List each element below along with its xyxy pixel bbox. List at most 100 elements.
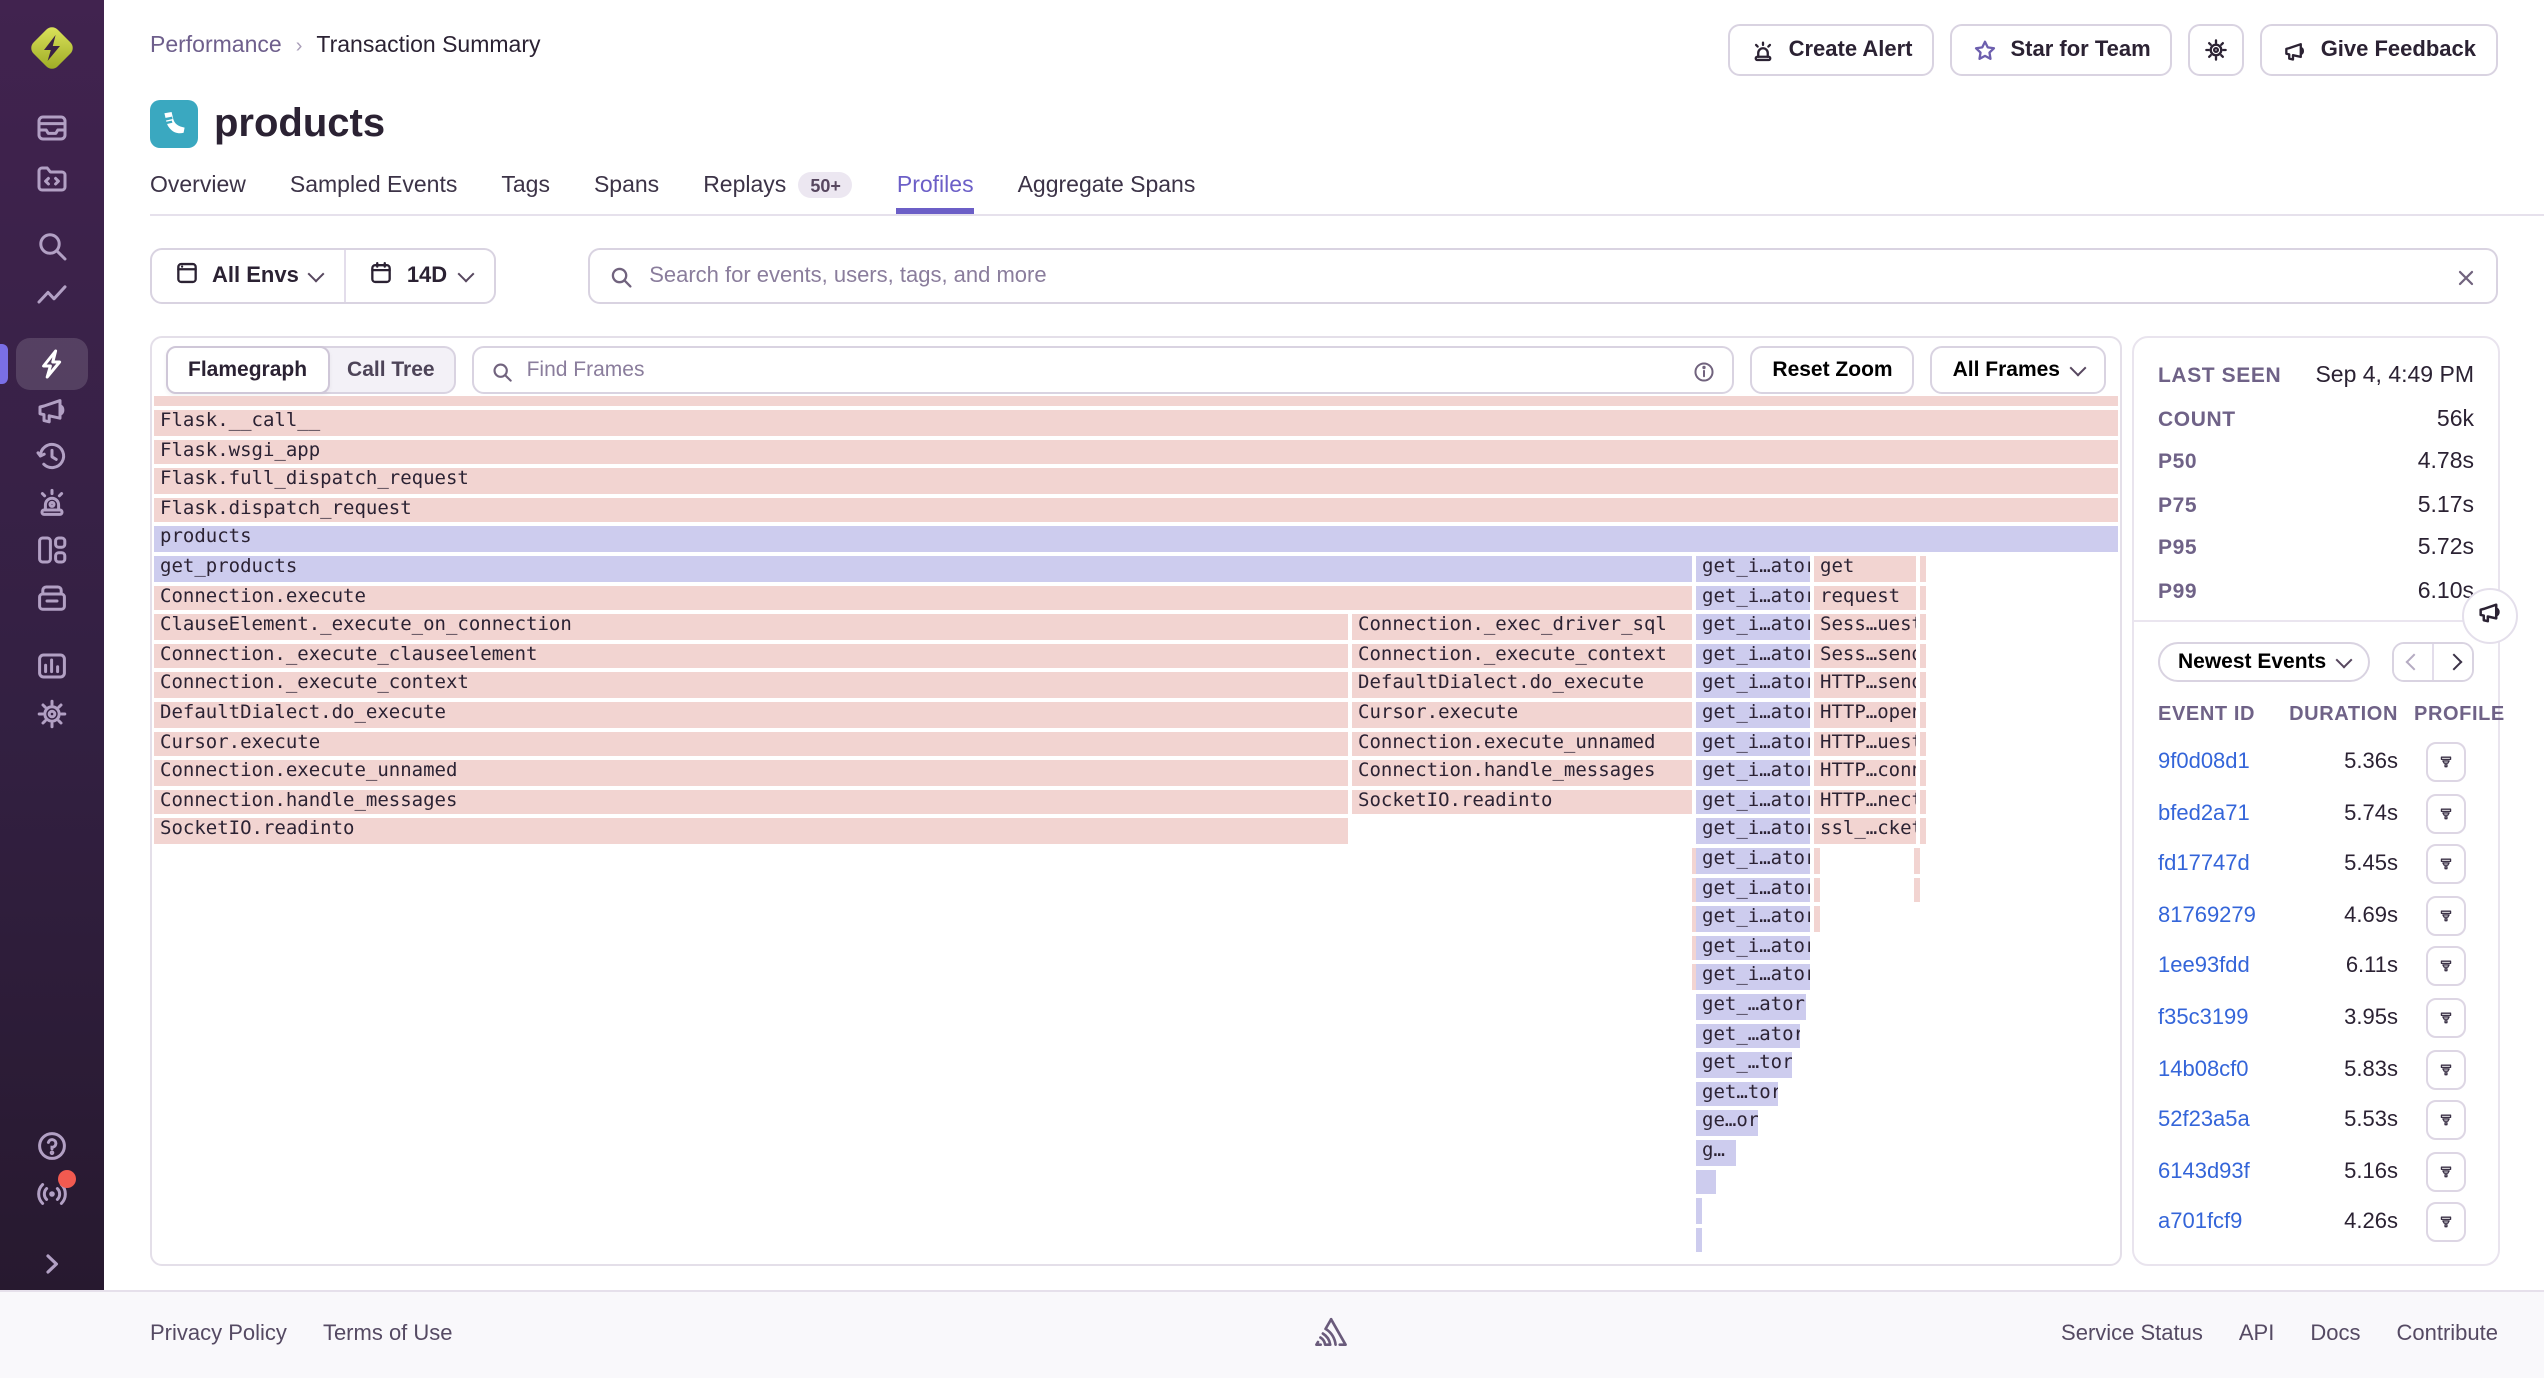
- flamegraph-frame[interactable]: ge…or: [1696, 1111, 1758, 1136]
- flamegraph-frame[interactable]: Connection.execute_unnamed: [154, 760, 1348, 785]
- clear-search-icon[interactable]: [2454, 264, 2478, 300]
- flamegraph-frame[interactable]: [1920, 644, 1926, 669]
- settings-gear-icon[interactable]: [34, 696, 70, 732]
- flamegraph-frame[interactable]: Sess…uest: [1814, 614, 1916, 639]
- footer-link-contribute[interactable]: Contribute: [2396, 1322, 2498, 1346]
- flamegraph-frame[interactable]: [1814, 877, 1820, 902]
- flamegraph-frame[interactable]: get_i…ator: [1696, 673, 1810, 698]
- flamegraph-frame[interactable]: get_i…ator: [1696, 819, 1810, 844]
- tab-replays[interactable]: Replays50+: [703, 168, 853, 214]
- reset-zoom-button[interactable]: Reset Zoom: [1750, 346, 1914, 394]
- flamegraph-frame[interactable]: HTTP…nect: [1814, 790, 1916, 815]
- give-feedback-button[interactable]: Give Feedback: [2261, 24, 2498, 76]
- previous-page-button[interactable]: [2394, 644, 2432, 680]
- profile-button[interactable]: [2426, 947, 2466, 987]
- flamegraph-frame[interactable]: [1920, 585, 1926, 610]
- profiling-lightning-icon[interactable]: [34, 346, 70, 382]
- tab-tags[interactable]: Tags: [501, 168, 550, 214]
- profile-button[interactable]: [2426, 896, 2466, 936]
- event-id-link[interactable]: fd17747d: [2158, 852, 2274, 876]
- flamegraph-canvas[interactable]: Flask.__call__Flask.wsgi_appFlask.full_d…: [154, 396, 2118, 1260]
- create-alert-button[interactable]: Create Alert: [1729, 24, 1935, 76]
- sentry-logo-icon[interactable]: [26, 22, 78, 74]
- footer-link-docs[interactable]: Docs: [2310, 1322, 2360, 1346]
- profile-button[interactable]: [2426, 793, 2466, 833]
- flamegraph-frame[interactable]: Sess…send: [1814, 644, 1916, 669]
- event-id-link[interactable]: 6143d93f: [2158, 1160, 2274, 1184]
- flamegraph-frame[interactable]: HTTP…conn: [1814, 760, 1916, 785]
- flamegraph-frame[interactable]: [1920, 790, 1926, 815]
- flamegraph-frame[interactable]: [1920, 760, 1926, 785]
- flamegraph-frame[interactable]: [1920, 731, 1926, 756]
- search-input[interactable]: [589, 250, 2496, 302]
- flamegraph-frame[interactable]: ClauseElement._execute_on_connection: [154, 614, 1348, 639]
- tab-aggregate-spans[interactable]: Aggregate Spans: [1018, 168, 1196, 214]
- events-sort-dropdown[interactable]: Newest Events: [2158, 642, 2370, 682]
- flamegraph-frame[interactable]: [1814, 848, 1820, 873]
- flamegraph-frame[interactable]: get_i…ator: [1696, 702, 1810, 727]
- profile-button[interactable]: [2426, 742, 2466, 782]
- stats-bar-chart-icon[interactable]: [34, 648, 70, 684]
- flamegraph-frame[interactable]: Connection.handle_messages: [1352, 760, 1692, 785]
- flamegraph-frame[interactable]: get_i…ator: [1696, 965, 1810, 990]
- flamegraph-frame[interactable]: Connection._exec_driver_sql: [1352, 614, 1692, 639]
- profile-button[interactable]: [2426, 844, 2466, 884]
- flamegraph-frame[interactable]: get_i…ator: [1696, 614, 1810, 639]
- issues-inbox-icon[interactable]: [34, 110, 70, 146]
- flamegraph-frame[interactable]: Cursor.execute: [154, 731, 1348, 756]
- flamegraph-frame[interactable]: get: [1814, 556, 1916, 581]
- footer-link-privacy-policy[interactable]: Privacy Policy: [150, 1322, 287, 1346]
- profile-button[interactable]: [2426, 1203, 2466, 1243]
- event-id-link[interactable]: 52f23a5a: [2158, 1108, 2274, 1132]
- flamegraph-frame[interactable]: SocketIO.readinto: [154, 819, 1348, 844]
- flamegraph-frame[interactable]: [1914, 848, 1920, 873]
- flamegraph-frame[interactable]: [1696, 1198, 1702, 1223]
- flamegraph-frame[interactable]: get_i…ator: [1696, 848, 1810, 873]
- flamegraph-frame[interactable]: Connection.execute_unnamed: [1352, 731, 1692, 756]
- feedback-fab-button[interactable]: [2462, 588, 2518, 644]
- profile-button[interactable]: [2426, 1152, 2466, 1192]
- flamegraph-frame[interactable]: request: [1814, 585, 1916, 610]
- breadcrumb-performance[interactable]: Performance: [150, 34, 282, 58]
- flamegraph-frame[interactable]: HTTP…send: [1814, 673, 1916, 698]
- event-id-link[interactable]: 14b08cf0: [2158, 1057, 2274, 1081]
- environment-filter[interactable]: All Envs: [152, 250, 345, 302]
- tab-sampled-events[interactable]: Sampled Events: [290, 168, 458, 214]
- tab-spans[interactable]: Spans: [594, 168, 659, 214]
- flamegraph-frame[interactable]: products: [154, 527, 2118, 552]
- find-frames-input[interactable]: [475, 348, 1733, 392]
- flamegraph-frame[interactable]: get_i…ator: [1696, 760, 1810, 785]
- profile-button[interactable]: [2426, 998, 2466, 1038]
- all-frames-dropdown[interactable]: All Frames: [1931, 346, 2106, 394]
- date-range-filter[interactable]: 14D: [347, 250, 493, 302]
- tab-call-tree[interactable]: Call Tree: [327, 348, 455, 392]
- flamegraph-frame[interactable]: Flask.full_dispatch_request: [154, 468, 2118, 493]
- flamegraph-frame[interactable]: [1914, 877, 1920, 902]
- flamegraph-frame[interactable]: get_i…ator: [1696, 585, 1810, 610]
- info-icon[interactable]: [1692, 358, 1716, 394]
- event-id-link[interactable]: 9f0d08d1: [2158, 750, 2274, 774]
- flamegraph-frame[interactable]: Connection.execute: [154, 585, 1692, 610]
- footer-link-api[interactable]: API: [2239, 1322, 2274, 1346]
- flamegraph-frame[interactable]: get_…ator: [1696, 994, 1806, 1019]
- flamegraph-frame[interactable]: ssl_…cket: [1814, 819, 1916, 844]
- flamegraph-frame[interactable]: get_…tor: [1696, 1052, 1792, 1077]
- flamegraph-frame[interactable]: SocketIO.readinto: [1352, 790, 1692, 815]
- flamegraph-frame[interactable]: get_i…ator: [1696, 790, 1810, 815]
- flamegraph-frame[interactable]: Connection.handle_messages: [154, 790, 1348, 815]
- help-circle-icon[interactable]: [34, 1128, 70, 1164]
- projects-folder-code-icon[interactable]: [34, 160, 70, 196]
- flamegraph-frame[interactable]: [1696, 1169, 1716, 1194]
- flamegraph-frame[interactable]: [1920, 702, 1926, 727]
- flamegraph-frame[interactable]: HTTP…open: [1814, 702, 1916, 727]
- next-page-button[interactable]: [2432, 644, 2472, 680]
- tab-profiles[interactable]: Profiles: [897, 168, 974, 214]
- flamegraph-frame[interactable]: Connection._execute_context: [1352, 644, 1692, 669]
- flamegraph-frame[interactable]: DefaultDialect.do_execute: [1352, 673, 1692, 698]
- tab-overview[interactable]: Overview: [150, 168, 246, 214]
- flamegraph-frame[interactable]: get_…ator: [1696, 1023, 1800, 1048]
- footer-link-service-status[interactable]: Service Status: [2061, 1322, 2203, 1346]
- profile-button[interactable]: [2426, 1049, 2466, 1089]
- flamegraph-frame[interactable]: DefaultDialect.do_execute: [154, 702, 1348, 727]
- flamegraph-frame[interactable]: [1920, 673, 1926, 698]
